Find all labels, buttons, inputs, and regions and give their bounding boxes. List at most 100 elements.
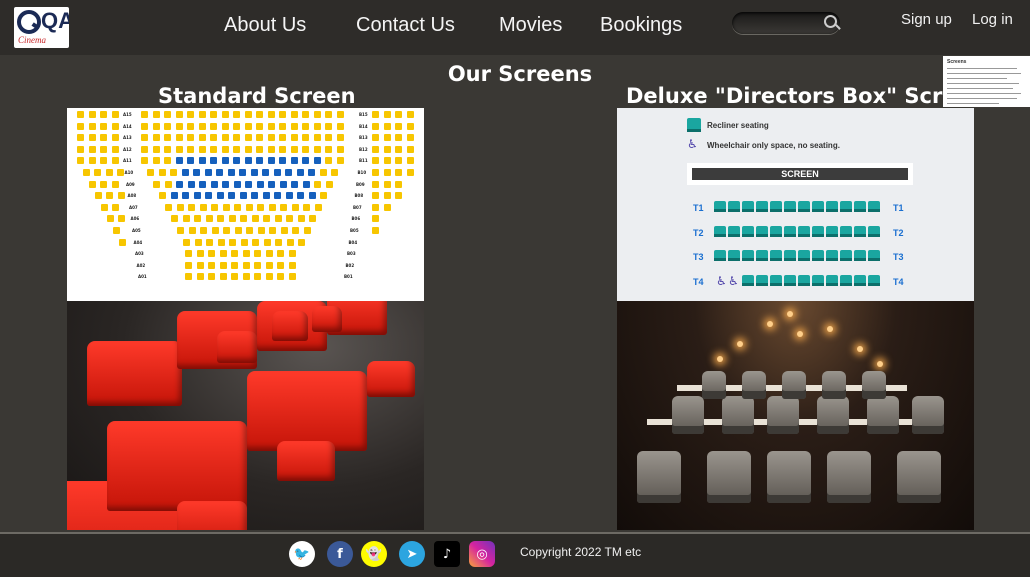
premium-seat[interactable] <box>285 169 292 176</box>
standard-seat[interactable] <box>187 145 194 153</box>
standard-seat[interactable] <box>196 273 204 281</box>
standard-seat[interactable] <box>286 238 294 246</box>
standard-seat[interactable] <box>267 145 275 153</box>
standard-seat[interactable] <box>159 192 166 200</box>
standard-seat[interactable] <box>198 111 206 118</box>
premium-seat[interactable] <box>221 157 229 165</box>
standard-seat[interactable] <box>206 238 213 246</box>
standard-seat[interactable] <box>383 203 391 211</box>
recliner-seat[interactable] <box>798 225 810 237</box>
standard-seat[interactable] <box>277 273 284 281</box>
standard-seat[interactable] <box>313 134 321 142</box>
standard-seat[interactable] <box>280 203 287 211</box>
standard-seat[interactable] <box>196 261 204 269</box>
recliner-seat[interactable] <box>714 225 726 237</box>
standard-seat[interactable] <box>221 134 229 142</box>
standard-seat[interactable] <box>100 180 108 188</box>
wheelchair-space-icon[interactable]: ♿ <box>716 274 727 288</box>
login-link[interactable]: Log in <box>972 11 1013 28</box>
recliner-seat[interactable] <box>854 274 866 286</box>
standard-seat[interactable] <box>242 250 250 258</box>
recliner-seat[interactable] <box>826 201 838 212</box>
standard-seat[interactable] <box>222 203 230 211</box>
premium-seat[interactable] <box>308 169 315 176</box>
standard-seat[interactable] <box>383 111 391 118</box>
standard-seat[interactable] <box>194 215 201 223</box>
premium-seat[interactable] <box>199 180 206 188</box>
standard-seat[interactable] <box>395 169 402 176</box>
standard-seat[interactable] <box>290 134 298 142</box>
standard-seat[interactable] <box>210 111 217 118</box>
standard-seat[interactable] <box>175 111 183 118</box>
standard-seat[interactable] <box>187 134 194 142</box>
standard-seat[interactable] <box>395 180 402 188</box>
recliner-seat[interactable] <box>840 274 852 286</box>
recliner-seat[interactable] <box>770 201 782 212</box>
recliner-seat[interactable] <box>714 201 726 212</box>
recliner-seat[interactable] <box>826 250 838 261</box>
standard-seat[interactable] <box>291 203 299 211</box>
recliner-seat[interactable] <box>714 250 726 261</box>
standard-seat[interactable] <box>105 169 113 176</box>
standard-seat[interactable] <box>383 157 391 165</box>
standard-seat[interactable] <box>100 122 107 130</box>
premium-seat[interactable] <box>262 192 270 200</box>
standard-seat[interactable] <box>234 203 241 211</box>
standard-seat[interactable] <box>196 250 204 258</box>
standard-seat[interactable] <box>198 145 206 153</box>
standard-seat[interactable] <box>336 122 344 130</box>
standard-seat[interactable] <box>325 145 332 153</box>
standard-seat[interactable] <box>210 122 217 130</box>
standard-seat[interactable] <box>313 111 321 118</box>
standard-seat[interactable] <box>231 250 238 258</box>
standard-seat[interactable] <box>233 122 240 130</box>
recliner-seat[interactable] <box>742 201 754 212</box>
recliner-seat[interactable] <box>854 201 866 212</box>
standard-seat[interactable] <box>288 250 296 258</box>
standard-seat[interactable] <box>153 180 160 188</box>
page-thumbnail-preview[interactable]: Screens <box>943 56 1030 107</box>
standard-seat[interactable] <box>372 145 379 153</box>
recliner-seat[interactable] <box>784 274 796 286</box>
premium-seat[interactable] <box>176 180 183 188</box>
standard-seat[interactable] <box>309 215 316 223</box>
premium-seat[interactable] <box>210 157 217 165</box>
standard-seat[interactable] <box>240 215 247 223</box>
premium-seat[interactable] <box>233 157 240 165</box>
recliner-seat[interactable] <box>728 250 740 261</box>
standard-seat[interactable] <box>77 157 84 165</box>
standard-seat[interactable] <box>217 215 224 223</box>
standard-seat[interactable] <box>152 134 160 142</box>
standard-seat[interactable] <box>221 145 229 153</box>
standard-seat[interactable] <box>395 122 402 130</box>
wheelchair-space-icon[interactable]: ♿ <box>728 274 739 288</box>
premium-seat[interactable] <box>205 192 212 200</box>
standard-seat[interactable] <box>302 111 309 118</box>
standard-seat[interactable] <box>141 122 148 130</box>
standard-seat[interactable] <box>88 157 96 165</box>
recliner-seat[interactable] <box>756 201 768 212</box>
standard-seat[interactable] <box>100 157 107 165</box>
standard-seat[interactable] <box>185 250 192 258</box>
standard-seat[interactable] <box>141 111 148 118</box>
recliner-seat[interactable] <box>798 250 810 261</box>
recliner-seat[interactable] <box>784 225 796 237</box>
standard-seat[interactable] <box>372 157 379 165</box>
standard-seat[interactable] <box>187 122 194 130</box>
instagram-icon[interactable]: ◎ <box>469 541 495 567</box>
standard-seat[interactable] <box>331 169 338 176</box>
standard-seat[interactable] <box>175 134 183 142</box>
standard-seat[interactable] <box>406 157 414 165</box>
snapchat-icon[interactable]: 👻 <box>361 541 387 567</box>
standard-seat[interactable] <box>77 145 84 153</box>
standard-seat[interactable] <box>117 192 125 200</box>
standard-seat[interactable] <box>210 145 217 153</box>
standard-seat[interactable] <box>211 203 218 211</box>
premium-seat[interactable] <box>279 180 287 188</box>
standard-seat[interactable] <box>240 238 248 246</box>
standard-seat[interactable] <box>82 169 90 176</box>
standard-seat[interactable] <box>231 261 238 269</box>
standard-seat[interactable] <box>164 180 172 188</box>
premium-seat[interactable] <box>262 169 269 176</box>
recliner-seat[interactable] <box>826 225 838 237</box>
